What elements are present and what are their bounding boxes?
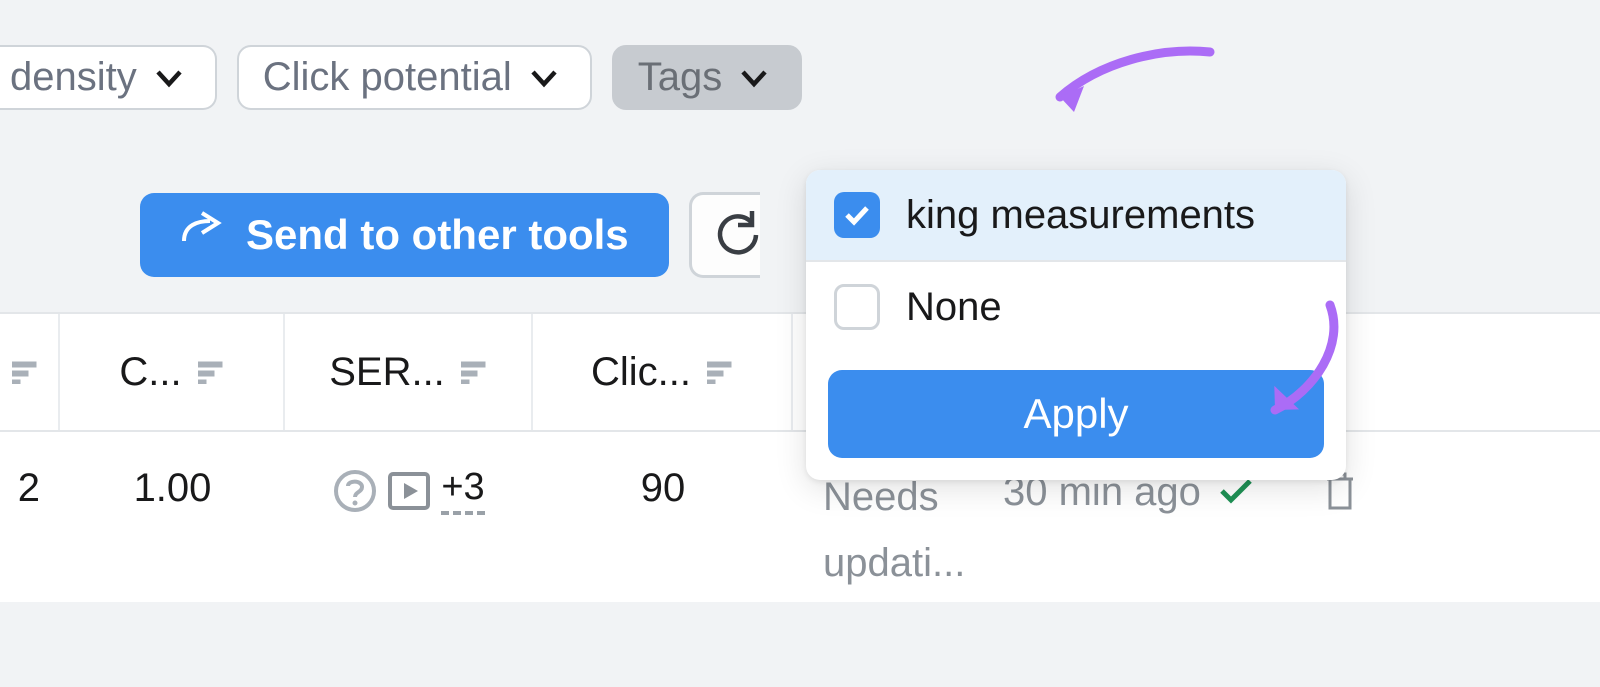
filter-click-potential[interactable]: Click potential xyxy=(237,45,592,110)
apply-button[interactable]: Apply xyxy=(828,370,1324,458)
column-header-c-label: C... xyxy=(119,350,181,395)
tags-dropdown: king measurements None Apply xyxy=(806,170,1346,480)
tags-option-none[interactable]: None xyxy=(806,262,1346,352)
filter-tags-label: Tags xyxy=(638,55,723,100)
column-header-click-label: Clic... xyxy=(591,350,691,395)
cell-serp: +3 xyxy=(285,466,533,515)
cell-click-value: 90 xyxy=(641,466,686,511)
sort-icon xyxy=(707,360,733,384)
filter-click-potential-label: Click potential xyxy=(263,55,512,100)
column-header-blank[interactable] xyxy=(0,314,60,430)
filter-tags[interactable]: Tags xyxy=(612,45,803,110)
sort-icon xyxy=(12,360,38,384)
chevron-down-icon xyxy=(740,64,768,92)
toolbar: Send to other tools xyxy=(0,110,1600,278)
apply-button-label: Apply xyxy=(1023,390,1128,437)
column-header-c[interactable]: C... xyxy=(60,314,285,430)
filter-density[interactable]: density xyxy=(0,45,217,110)
send-to-other-tools-button[interactable]: Send to other tools xyxy=(140,193,669,277)
checkbox-unchecked-icon xyxy=(834,284,880,330)
send-to-other-tools-label: Send to other tools xyxy=(246,211,629,259)
chevron-down-icon xyxy=(530,64,558,92)
sort-icon xyxy=(461,360,487,384)
tags-option-label: None xyxy=(906,285,1002,330)
table: C... SER... Clic... 2 1.00 xyxy=(0,312,1600,602)
cell-leading-value: 2 xyxy=(18,466,40,511)
filter-density-label: density xyxy=(10,55,137,100)
column-header-serp-label: SER... xyxy=(329,350,445,395)
tags-option-king-measurements[interactable]: king measurements xyxy=(806,170,1346,260)
refresh-button[interactable] xyxy=(689,192,760,278)
column-header-click[interactable]: Clic... xyxy=(533,314,793,430)
needs-line2: updati... xyxy=(823,536,965,590)
cell-leading: 2 xyxy=(0,466,60,511)
chevron-down-icon xyxy=(155,64,183,92)
column-header-serp[interactable]: SER... xyxy=(285,314,533,430)
cell-click: 90 xyxy=(533,466,793,511)
cell-c-value: 1.00 xyxy=(134,466,212,511)
sort-icon xyxy=(198,360,224,384)
cell-c: 1.00 xyxy=(60,466,285,511)
table-row: 2 1.00 +3 90 Needs updati... 30 min ago xyxy=(0,432,1600,602)
refresh-icon xyxy=(716,211,760,260)
table-header: C... SER... Clic... xyxy=(0,314,1600,432)
serp-more-count[interactable]: +3 xyxy=(441,466,484,515)
share-arrow-icon xyxy=(180,211,224,259)
filter-row: density Click potential Tags xyxy=(0,0,1600,110)
tags-option-label: king measurements xyxy=(906,193,1255,238)
question-circle-icon[interactable] xyxy=(333,469,377,513)
checkbox-checked-icon xyxy=(834,192,880,238)
cell-needs-updating: Needs updati... xyxy=(793,466,993,590)
play-box-icon[interactable] xyxy=(387,469,431,513)
